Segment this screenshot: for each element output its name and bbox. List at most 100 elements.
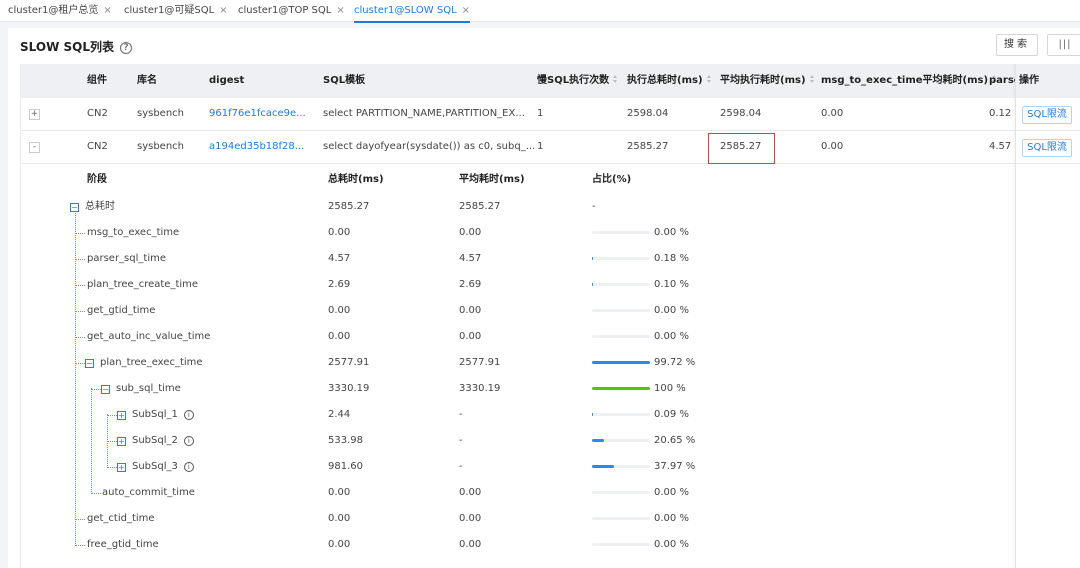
stage-total: 2585.27: [328, 201, 370, 212]
close-icon[interactable]: ×: [103, 5, 111, 16]
tab-top-sql[interactable]: cluster1@TOP SQL ×: [238, 0, 345, 22]
cell-total-time: 2585.27: [627, 141, 669, 152]
stage-pct: -: [592, 201, 596, 212]
stage-row: − 总耗时 2585.27 2585.27 -: [21, 194, 1015, 220]
column-header-label: 慢SQL执行次数: [537, 75, 610, 86]
expand-icon[interactable]: +: [117, 411, 126, 420]
stage-avg: 3330.19: [459, 383, 501, 394]
stage-pct: 0.00 %: [654, 227, 689, 238]
detail-header-total: 总耗时(ms): [328, 174, 384, 185]
ratio-bar: [592, 361, 650, 364]
column-header-label: 执行总耗时(ms): [627, 75, 703, 86]
stage-pct: 0.09 %: [654, 409, 689, 420]
tab-label: cluster1@SLOW SQL: [354, 5, 457, 16]
stage-total: 2.69: [328, 279, 351, 290]
column-header-avg-time[interactable]: 平均执行耗时(ms): [720, 64, 815, 98]
stage-avg: 0.00: [459, 487, 482, 498]
ratio-bar: [592, 439, 650, 442]
page-title: SLOW SQL列表?: [20, 38, 132, 55]
info-icon[interactable]: i: [183, 462, 194, 472]
stage-row: get_auto_inc_value_time 0.00 0.00 0.00 %: [21, 324, 1015, 350]
ratio-bar: [592, 517, 650, 520]
stage-pct: 0.00 %: [654, 331, 689, 342]
collapse-icon[interactable]: −: [101, 385, 110, 394]
stage-label: sub_sql_time: [116, 383, 181, 394]
stage-name: msg_to_exec_time: [87, 227, 180, 238]
stage-total: 0.00: [328, 331, 351, 342]
collapse-icon[interactable]: −: [85, 359, 94, 368]
table-row[interactable]: + CN2 sysbench 961f76e1fcace9e... select…: [21, 98, 1080, 131]
tab-suspicious-sql[interactable]: cluster1@可疑SQL ×: [124, 0, 228, 22]
cell-msg-to-exec: 0.00: [821, 108, 844, 119]
stage-avg: 0.00: [459, 513, 482, 524]
stage-avg: 2.69: [459, 279, 482, 290]
stage-name: free_gtid_time: [87, 539, 159, 550]
info-icon[interactable]: i: [183, 410, 194, 420]
sort-icon[interactable]: [706, 75, 712, 84]
highlight-box: [708, 133, 775, 164]
close-icon[interactable]: ×: [219, 5, 227, 16]
help-icon[interactable]: ?: [119, 42, 132, 54]
stage-total: 0.00: [328, 513, 351, 524]
stage-avg: 0.00: [459, 227, 482, 238]
expand-icon[interactable]: +: [117, 463, 126, 472]
stage-total: 4.57: [328, 253, 351, 264]
stage-row: + SubSql_2 i 533.98 - 20.65 %: [21, 428, 1015, 454]
ratio-bar-fill: [592, 283, 594, 286]
collapse-icon[interactable]: -: [29, 142, 40, 153]
stage-total: 2577.91: [328, 357, 370, 368]
table-row[interactable]: - CN2 sysbench a194ed35b18f28... select …: [21, 131, 1080, 164]
action-column-divider: [1015, 64, 1080, 568]
ratio-bar: [592, 309, 650, 312]
stage-name: get_auto_inc_value_time: [87, 331, 211, 342]
stage-label: SubSql_3: [132, 461, 178, 472]
column-header-total-time[interactable]: 执行总耗时(ms): [627, 64, 712, 98]
column-header-db: 库名: [137, 75, 157, 86]
column-header-msg-to-exec[interactable]: msg_to_exec_time平均耗时(ms): [821, 64, 997, 98]
stage-avg: -: [459, 409, 463, 420]
column-header-slow-count[interactable]: 慢SQL执行次数: [537, 64, 618, 98]
collapse-icon[interactable]: −: [70, 203, 79, 212]
columns-icon[interactable]: |||: [1047, 34, 1080, 56]
expand-icon[interactable]: +: [29, 109, 40, 120]
digest-link[interactable]: 961f76e1fcace9e...: [209, 98, 306, 130]
stage-pct: 0.10 %: [654, 279, 689, 290]
detail-header-stage: 阶段: [87, 174, 107, 185]
expand-icon[interactable]: +: [117, 437, 126, 446]
stage-pct: 0.00 %: [654, 513, 689, 524]
search-button[interactable]: 搜索: [996, 34, 1038, 56]
tab-tenant-overview[interactable]: cluster1@租户总览 ×: [8, 0, 112, 22]
table-header: 组件 库名 digest SQL模板 慢SQL执行次数 执行总耗时(ms) 平均…: [21, 64, 1080, 98]
column-header-component: 组件: [87, 75, 107, 86]
ratio-bar: [592, 387, 650, 390]
ratio-bar: [592, 413, 650, 416]
stage-avg: 0.00: [459, 305, 482, 316]
ratio-bar-fill: [592, 439, 604, 442]
stage-name: auto_commit_time: [102, 487, 195, 498]
stage-avg: -: [459, 461, 463, 472]
stage-name: − sub_sql_time: [101, 376, 181, 402]
stage-row: plan_tree_create_time 2.69 2.69 0.10 %: [21, 272, 1015, 298]
sort-icon[interactable]: [613, 75, 618, 84]
digest-link[interactable]: a194ed35b18f28...: [209, 131, 304, 163]
stage-row: msg_to_exec_time 0.00 0.00 0.00 %: [21, 220, 1015, 246]
close-icon[interactable]: ×: [336, 5, 344, 16]
stage-label: plan_tree_exec_time: [100, 357, 203, 368]
stage-total: 0.00: [328, 487, 351, 498]
stage-pct: 100 %: [654, 383, 686, 394]
stage-name: get_gtid_time: [87, 305, 156, 316]
tab-label: cluster1@TOP SQL: [238, 5, 332, 16]
stage-name: + SubSql_3 i: [117, 454, 194, 480]
sort-icon[interactable]: [809, 75, 815, 84]
info-icon[interactable]: i: [183, 436, 194, 446]
tab-bar: cluster1@租户总览 × cluster1@可疑SQL × cluster1@…: [0, 0, 1080, 23]
stage-row: auto_commit_time 0.00 0.00 0.00 %: [21, 480, 1015, 506]
tab-slow-sql[interactable]: cluster1@SLOW SQL ×: [354, 0, 471, 23]
close-icon[interactable]: ×: [462, 5, 470, 16]
stage-label: SubSql_2: [132, 435, 178, 446]
stage-detail-table: 阶段 总耗时(ms) 平均耗时(ms) 占比(%) − 总耗时 2585.27 …: [21, 164, 1015, 568]
stage-name: + SubSql_1 i: [117, 402, 194, 428]
stage-pct: 0.00 %: [654, 305, 689, 316]
stage-row: get_gtid_time 0.00 0.00 0.00 %: [21, 298, 1015, 324]
ratio-bar: [592, 231, 650, 234]
